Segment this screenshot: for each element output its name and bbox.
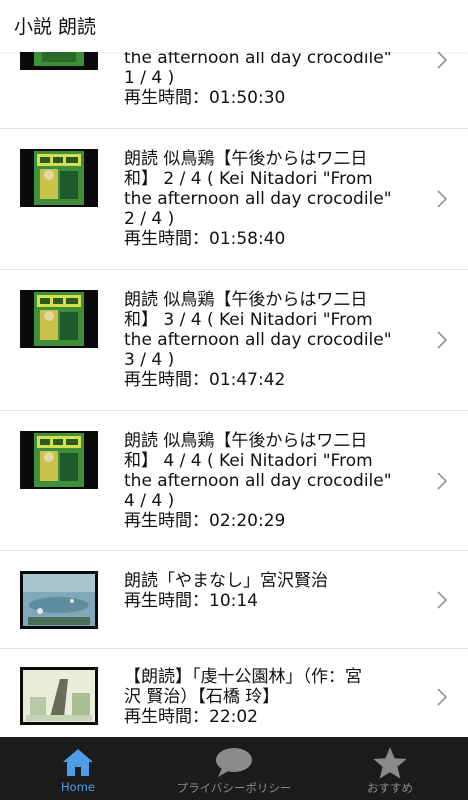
chevron-right-icon [436, 50, 448, 70]
item-title-line: 1 / 4 ) [124, 68, 175, 88]
item-text: 朗読 似鳥鶏【午後からはワ二日 和】 4 / 4 ( Kei Nitadori … [124, 431, 414, 531]
item-title-line: 4 / 4 ) [124, 491, 175, 511]
chevron-right-icon [436, 189, 448, 209]
item-text: 朗読 似鳥鶏【午後からはワ二日 和】 3 / 4 ( Kei Nitadori … [124, 290, 414, 390]
list-item[interactable]: 朗読 似鳥鶏【午後からはワ二日 和】 2 / 4 ( Kei Nitadori … [0, 129, 468, 270]
item-text: 【朗読】「虔十公園林」（作：宮 沢 賢治）【石橋 玲】 再生時間：22:02 [124, 667, 414, 727]
item-title-line: 沢 賢治）【石橋 玲】 [124, 687, 280, 707]
tab-recommended[interactable]: おすすめ [312, 737, 468, 800]
chevron-right-icon [436, 330, 448, 350]
item-title-line: 朗読「やまなし」宮沢賢治 [124, 571, 328, 591]
item-title-line: 和】 3 / 4 ( Kei Nitadori "From [124, 310, 373, 330]
page-title: 小説 朗読 [14, 16, 97, 38]
item-duration: 再生時間：01:50:30 [124, 88, 286, 108]
item-title-line: 3 / 4 ) [124, 350, 175, 370]
tab-home[interactable]: Home [0, 737, 156, 800]
video-thumbnail [20, 149, 98, 207]
video-thumbnail [20, 571, 98, 629]
item-text: 朗読 似鳥鶏【午後からはワ二日 和】 2 / 4 ( Kei Nitadori … [124, 149, 414, 249]
list-item[interactable]: 【朗読】「虔十公園林」（作：宮 沢 賢治）【石橋 玲】 再生時間：22:02 [0, 649, 468, 737]
list-item[interactable]: 朗読 似鳥鶏【午後からはワ二日 和】 4 / 4 ( Kei Nitadori … [0, 411, 468, 551]
item-duration: 再生時間：02:20:29 [124, 511, 286, 531]
app-bar: 小説 朗読 [0, 0, 468, 52]
video-list: the afternoon all day crocodile" 1 / 4 )… [0, 0, 468, 737]
bottom-tab-bar: Home プライバシーポリシー おすすめ [0, 737, 468, 800]
item-title-line: 【朗読】「虔十公園林」（作：宮 [124, 667, 362, 687]
tab-privacy-policy[interactable]: プライバシーポリシー [156, 737, 312, 800]
item-text: 朗読「やまなし」宮沢賢治 再生時間：10:14 [124, 571, 414, 611]
tab-label: Home [61, 780, 95, 794]
chevron-right-icon [436, 471, 448, 491]
item-title-line: 和】 2 / 4 ( Kei Nitadori "From [124, 169, 373, 189]
item-title-line: 朗読 似鳥鶏【午後からはワ二日 [124, 431, 368, 451]
item-duration: 再生時間：22:02 [124, 707, 258, 727]
list-item[interactable]: 朗読 似鳥鶏【午後からはワ二日 和】 3 / 4 ( Kei Nitadori … [0, 270, 468, 411]
item-title-line: the afternoon all day crocodile" [124, 189, 392, 209]
star-icon [373, 747, 407, 779]
video-thumbnail [20, 667, 98, 725]
chevron-right-icon [436, 590, 448, 610]
tab-label: プライバシーポリシー [176, 781, 292, 795]
speech-bubble-icon [216, 748, 252, 777]
item-duration: 再生時間：01:58:40 [124, 229, 286, 249]
item-title-line: the afternoon all day crocodile" [124, 471, 392, 491]
item-title-line: the afternoon all day crocodile" [124, 330, 392, 350]
item-title-line: 朗読 似鳥鶏【午後からはワ二日 [124, 290, 368, 310]
item-duration: 再生時間：01:47:42 [124, 370, 286, 390]
chevron-right-icon [436, 687, 448, 707]
item-duration: 再生時間：10:14 [124, 591, 258, 611]
video-thumbnail [20, 431, 98, 489]
item-text: the afternoon all day crocodile" 1 / 4 )… [124, 48, 414, 108]
item-title-line: 2 / 4 ) [124, 209, 175, 229]
item-title-line: 和】 4 / 4 ( Kei Nitadori "From [124, 451, 373, 471]
list-item[interactable]: 朗読「やまなし」宮沢賢治 再生時間：10:14 [0, 551, 468, 649]
tab-label: おすすめ [367, 781, 413, 795]
item-title-line: 朗読 似鳥鶏【午後からはワ二日 [124, 149, 368, 169]
video-thumbnail [20, 290, 98, 348]
home-icon [63, 749, 93, 776]
